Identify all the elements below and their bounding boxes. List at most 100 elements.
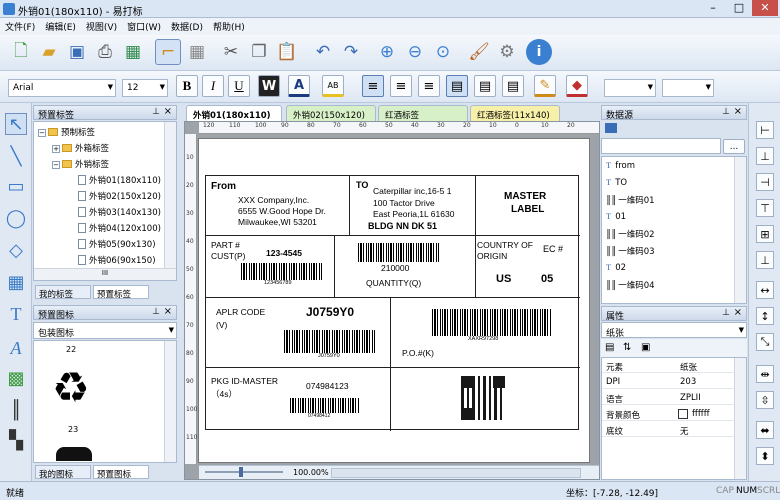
doc-tab-4[interactable]: 红酒标签(11x140) <box>470 105 560 121</box>
paste-icon[interactable]: 📋 <box>274 39 300 65</box>
icon-category-select[interactable]: 包装图标 ▼ <box>33 322 177 339</box>
new-icon[interactable]: 🗋 <box>8 39 34 65</box>
align-top-edge-icon[interactable]: ⊤ <box>756 199 774 217</box>
vertical-scrollbar[interactable] <box>164 122 176 268</box>
aplr-barcode[interactable] <box>284 330 376 353</box>
rectangle-icon[interactable]: ▭ <box>5 175 27 197</box>
property-row[interactable]: 背景颜色 ffffff <box>602 408 746 421</box>
menu-view[interactable]: 视图(V) <box>81 18 122 33</box>
doc-tab-2[interactable]: 外销02(150x120) <box>286 105 376 121</box>
pin-icon[interactable]: ⊥ <box>722 308 730 318</box>
center-v-icon[interactable]: ⬍ <box>756 447 774 465</box>
property-row[interactable]: 元素 纸张 <box>602 360 746 373</box>
zoom-fit-icon[interactable]: ⊙ <box>430 39 456 65</box>
data-field[interactable]: ║║ 一维码02 <box>606 228 655 241</box>
align-right-edge-icon[interactable]: ⊣ <box>756 173 774 191</box>
table-icon[interactable]: ▦ <box>5 271 27 293</box>
zoom-slider-track[interactable] <box>205 471 283 473</box>
horizontal-scrollbar[interactable]: III <box>34 268 176 280</box>
open-folder-icon[interactable]: ▰ <box>36 39 62 65</box>
zoom-in-icon[interactable]: ⊕ <box>374 39 400 65</box>
tab-my-icons[interactable]: 我的图标 <box>35 465 91 480</box>
grid-icon[interactable]: ▦ <box>184 39 210 65</box>
undo-icon[interactable]: ↶ <box>310 39 336 65</box>
po-barcode[interactable] <box>432 309 552 336</box>
line-width-select[interactable]: ▼ <box>604 79 656 97</box>
qrcode[interactable] <box>461 376 505 420</box>
info-icon[interactable]: i <box>526 39 552 65</box>
align-bottom-edge-icon[interactable]: ⊥ <box>756 251 774 269</box>
shipping-label[interactable]: From XXX Company,Inc. 6555 W.Good Hope D… <box>205 175 580 431</box>
zoom-out-icon[interactable]: ⊖ <box>402 39 428 65</box>
line-icon[interactable]: ╲ <box>5 145 27 167</box>
distribute-v-icon[interactable]: ⇳ <box>756 391 774 409</box>
zoom-slider-thumb[interactable] <box>239 467 243 477</box>
font-family-select[interactable]: Arial ▼ <box>8 79 116 97</box>
collapse-icon[interactable]: − <box>52 161 60 169</box>
redo-icon[interactable]: ↷ <box>338 39 364 65</box>
property-row[interactable]: DPI 203 <box>602 376 746 389</box>
pin-icon[interactable]: ⊥ <box>152 107 160 117</box>
save-icon[interactable]: ▣ <box>64 39 90 65</box>
qrcode-icon[interactable]: ▚ <box>5 429 27 451</box>
menu-file[interactable]: 文件(F) <box>0 18 40 33</box>
image-icon[interactable]: ▩ <box>5 367 27 389</box>
tab-my-labels[interactable]: 我的标签 <box>35 285 91 300</box>
line-color-icon[interactable]: ✎ <box>534 75 556 97</box>
tree-item[interactable]: + 外箱标签 <box>52 142 109 155</box>
package-icon[interactable] <box>56 447 92 461</box>
property-row[interactable]: 底纹 无 <box>602 424 746 437</box>
text-icon[interactable]: T <box>5 303 27 325</box>
tree-item[interactable]: − 预制标签 <box>38 126 95 139</box>
tree-item[interactable]: − 外销标签 <box>52 158 109 171</box>
valign-bottom-icon[interactable]: ▤ <box>502 75 524 97</box>
brush-icon[interactable]: 🖌 <box>466 39 492 65</box>
tree-item[interactable]: 外销03(140x130) <box>78 206 161 219</box>
data-field[interactable]: T TO <box>606 177 627 190</box>
data-field[interactable]: Tfrom <box>606 160 635 173</box>
wide-text-button[interactable]: W <box>258 75 280 97</box>
art-text-icon[interactable]: A <box>5 337 27 359</box>
vertical-scrollbar[interactable] <box>734 358 746 479</box>
same-height-icon[interactable]: ↕ <box>756 307 774 325</box>
same-size-icon[interactable]: ⤡ <box>756 333 774 351</box>
close-icon[interactable]: × <box>164 106 172 117</box>
close-icon[interactable]: × <box>734 106 742 117</box>
collapse-icon[interactable]: − <box>38 129 46 137</box>
pointer-icon[interactable]: ↖ <box>5 113 27 135</box>
data-field[interactable]: T 02 <box>606 262 626 275</box>
data-field[interactable]: T 01 <box>606 211 626 224</box>
same-width-icon[interactable]: ↔ <box>756 281 774 299</box>
maximize-button[interactable]: □ <box>726 0 752 16</box>
barcode-icon[interactable]: ║ <box>5 399 27 421</box>
font-color-button[interactable]: A <box>288 75 310 97</box>
ruler-icon[interactable]: ⌐ <box>155 39 181 65</box>
distribute-h-icon[interactable]: ⇹ <box>756 365 774 383</box>
sort-az-icon[interactable]: ⇅ <box>623 342 631 353</box>
italic-button[interactable]: I <box>202 75 224 97</box>
tree-item[interactable]: 外销05(90x130) <box>78 238 156 251</box>
tree-item[interactable]: 外销06(90x150) <box>78 254 156 267</box>
menu-edit[interactable]: 编辑(E) <box>40 18 81 33</box>
print-icon[interactable]: ⎙ <box>92 39 118 65</box>
align-center-icon[interactable]: ≡ <box>390 75 412 97</box>
align-right-icon[interactable]: ≡ <box>418 75 440 97</box>
datasource-input[interactable] <box>601 138 721 154</box>
doc-tab-3[interactable]: 红酒标签(100x140) <box>378 105 468 131</box>
close-button[interactable]: ✕ <box>752 0 778 16</box>
color-swatch[interactable] <box>678 409 688 419</box>
horizontal-scrollbar[interactable] <box>331 468 581 478</box>
vertical-scrollbar[interactable] <box>164 341 176 462</box>
pin-icon[interactable]: ⊥ <box>722 107 730 117</box>
gear-icon[interactable]: ⚙ <box>494 39 520 65</box>
recycle-icon[interactable]: ♻ <box>52 367 90 409</box>
excel-icon[interactable]: ▦ <box>120 39 146 65</box>
tab-preset-labels[interactable]: 预置标签 <box>93 285 149 300</box>
font-size-select[interactable]: 12 ▼ <box>122 79 168 97</box>
close-icon[interactable]: × <box>734 307 742 318</box>
line-style-select[interactable]: ▼ <box>662 79 714 97</box>
align-center-h-icon[interactable]: ⊥ <box>756 147 774 165</box>
minimize-button[interactable]: – <box>700 0 726 16</box>
database-icon[interactable] <box>605 123 617 133</box>
highlight-button[interactable]: AB <box>322 75 344 97</box>
